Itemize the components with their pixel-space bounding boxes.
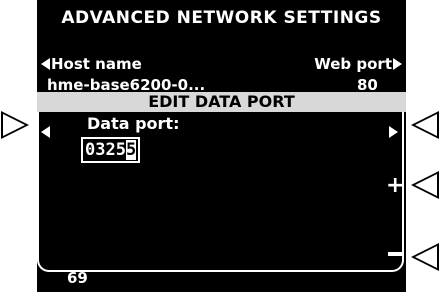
arrow-right-icon[interactable] xyxy=(389,126,398,138)
data-port-field[interactable]: 03255 xyxy=(81,137,141,163)
edit-cursor-digit: 5 xyxy=(125,140,137,160)
data-port-value: 0325 xyxy=(85,140,126,160)
arrow-left-icon[interactable] xyxy=(41,126,50,138)
lcd-screen: ADVANCED NETWORK SETTINGS Host name Web … xyxy=(37,0,406,292)
settings-nav-row: Host name Web port xyxy=(37,55,406,75)
pointer-right-arrow-icon xyxy=(411,111,439,139)
data-port-label: Data port: xyxy=(87,114,180,133)
triangle-right-icon xyxy=(393,58,402,70)
pointer-plus-arrow-icon xyxy=(411,171,439,199)
page-title: ADVANCED NETWORK SETTINGS xyxy=(61,8,382,28)
increment-plus-icon[interactable]: + xyxy=(386,175,404,197)
nav-left-label: Host name xyxy=(51,55,142,73)
dialog-frame xyxy=(37,112,404,272)
pointer-minus-arrow-icon xyxy=(411,243,439,271)
nav-right-label: Web port xyxy=(314,55,392,73)
nav-prev-host-name[interactable]: Host name xyxy=(41,55,142,73)
dialog-title: EDIT DATA PORT xyxy=(37,92,406,112)
pointer-left-arrow-icon xyxy=(1,111,29,139)
nav-next-web-port[interactable]: Web port xyxy=(314,55,402,73)
triangle-left-icon xyxy=(41,58,50,70)
decrement-minus-icon[interactable] xyxy=(388,252,402,256)
footer-number: 69 xyxy=(67,269,88,287)
